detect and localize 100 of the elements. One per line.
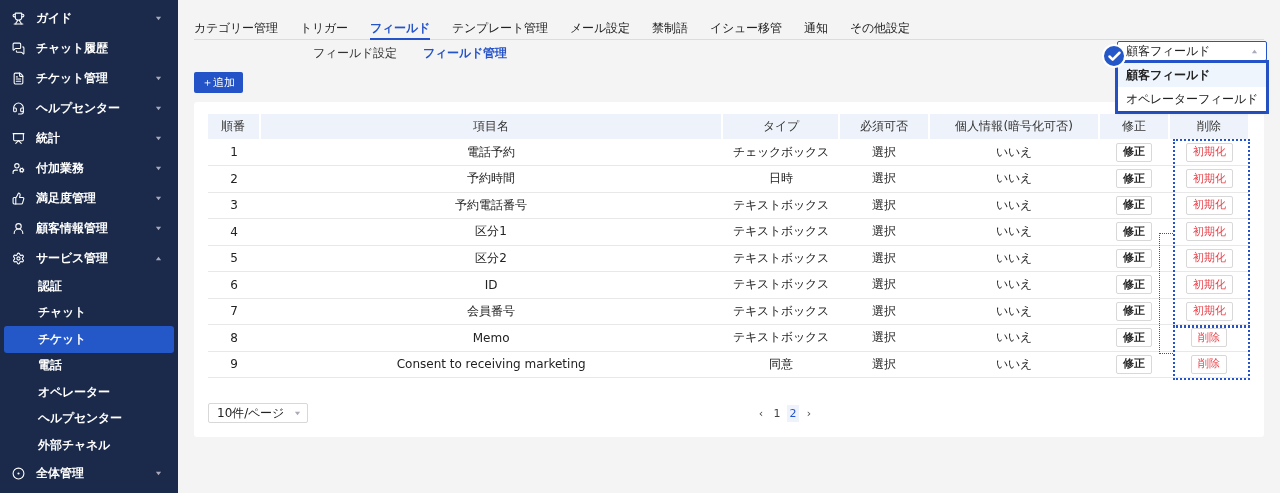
previous-page-button[interactable]: ‹ xyxy=(755,404,767,422)
sidebar-item[interactable]: チケット管理 xyxy=(0,63,178,93)
table-cell: 選択 xyxy=(839,324,930,351)
table-cell: いいえ xyxy=(929,298,1100,325)
action-button[interactable]: 初期化 xyxy=(1185,222,1233,242)
edit-button[interactable]: 修正 xyxy=(1116,142,1153,162)
tab[interactable]: メール設定 xyxy=(570,18,630,40)
edit-button[interactable]: 修正 xyxy=(1116,169,1153,189)
sub-tab[interactable]: フィールド設定 xyxy=(313,45,397,62)
table-cell: テキストボックス xyxy=(722,271,840,298)
action-button[interactable]: 初期化 xyxy=(1185,142,1233,162)
caret-icon xyxy=(155,194,162,202)
menu-item-icon xyxy=(12,41,25,55)
table-cell: 電話予約 xyxy=(259,139,723,166)
table-cell: いいえ xyxy=(929,324,1100,351)
caret-icon xyxy=(155,104,162,112)
sidebar-item[interactable]: 満足度管理 xyxy=(0,183,178,213)
sidebar-item[interactable]: ヘルプセンター xyxy=(0,93,178,123)
edit-button[interactable]: 修正 xyxy=(1116,222,1153,242)
table-cell: いいえ xyxy=(929,139,1100,166)
table-cell: Consent to receiving marketing xyxy=(259,351,723,378)
edit-button[interactable]: 修正 xyxy=(1116,248,1153,268)
table-cell: 4 xyxy=(208,218,260,245)
menu-item-icon xyxy=(12,131,25,145)
menu-item-icon xyxy=(12,467,25,480)
table-cell: 予約時間 xyxy=(259,165,723,192)
table-cell: 1 xyxy=(208,139,260,166)
caret-icon xyxy=(294,409,301,417)
sidebar-subitem[interactable]: 電話 xyxy=(4,352,174,379)
sub-tab[interactable]: フィールド管理 xyxy=(423,45,507,62)
action-button[interactable]: 削除 xyxy=(1191,354,1227,374)
caret-icon xyxy=(155,164,162,172)
table-cell: 選択 xyxy=(839,245,930,272)
caret-icon xyxy=(155,254,162,262)
edit-button[interactable]: 修正 xyxy=(1116,328,1153,348)
sidebar-subitem[interactable]: チャット xyxy=(4,299,174,326)
table-cell: いいえ xyxy=(929,192,1100,219)
select-value: 顧客フィールド xyxy=(1126,42,1210,60)
action-button[interactable]: 初期化 xyxy=(1185,275,1233,295)
sidebar-subitem[interactable]: チケット xyxy=(4,326,174,353)
tab[interactable]: テンプレート管理 xyxy=(452,18,548,40)
table-cell: 予約電話番号 xyxy=(259,192,723,219)
edit-button[interactable]: 修正 xyxy=(1116,275,1153,295)
sidebar-item[interactable]: 顧客情報管理 xyxy=(0,213,178,243)
action-button[interactable]: 初期化 xyxy=(1185,248,1233,268)
page-button[interactable]: 1 xyxy=(771,404,783,422)
sidebar-item[interactable]: ガイド xyxy=(0,3,178,33)
edit-button[interactable]: 修正 xyxy=(1116,301,1153,321)
table-cell: 8 xyxy=(208,324,260,351)
tab[interactable]: フィールド xyxy=(370,18,430,40)
next-page-button[interactable]: › xyxy=(803,404,815,422)
sidebar-item[interactable]: サービス管理 xyxy=(0,243,178,273)
action-button[interactable]: 削除 xyxy=(1191,328,1227,348)
menu-item-icon xyxy=(12,221,25,235)
sidebar-item[interactable]: チャット履歴 xyxy=(0,33,178,63)
caret-icon xyxy=(155,224,162,232)
sidebar-subitem[interactable]: オペレーター xyxy=(4,379,174,406)
table-cell: テキストボックス xyxy=(722,192,840,219)
action-button[interactable]: 初期化 xyxy=(1185,301,1233,321)
menu-item-icon xyxy=(12,11,25,25)
action-button[interactable]: 初期化 xyxy=(1185,169,1233,189)
table-cell: いいえ xyxy=(929,351,1100,378)
table-cell: 区分2 xyxy=(259,245,723,272)
table-cell: 同意 xyxy=(722,351,840,378)
tab[interactable]: 通知 xyxy=(804,18,828,40)
edit-button[interactable]: 修正 xyxy=(1116,354,1153,374)
table-cell: 区分1 xyxy=(259,218,723,245)
table-cell: いいえ xyxy=(929,271,1100,298)
sidebar-item[interactable]: 付加業務 xyxy=(0,153,178,183)
column-header: 修正 xyxy=(1099,114,1169,139)
dropdown-option[interactable]: 顧客フィールド xyxy=(1118,63,1266,87)
menu-item-icon xyxy=(12,251,25,265)
edit-button[interactable]: 修正 xyxy=(1116,195,1153,215)
page-size-text: 10件/ページ xyxy=(217,404,285,422)
column-header: 削除 xyxy=(1169,114,1249,139)
page-button[interactable]: 2 xyxy=(787,404,799,422)
field-type-select[interactable]: 顧客フィールド xyxy=(1117,41,1267,61)
table-cell: 7 xyxy=(208,298,260,325)
tab[interactable]: 禁制語 xyxy=(652,18,688,40)
tab[interactable]: カテゴリー管理 xyxy=(194,18,278,40)
table-cell: 会員番号 xyxy=(259,298,723,325)
menu-item-icon xyxy=(12,161,25,175)
table-cell: テキストボックス xyxy=(722,218,840,245)
table-cell: 選択 xyxy=(839,271,930,298)
tab[interactable]: トリガー xyxy=(300,18,348,40)
sidebar-subitem[interactable]: 認証 xyxy=(4,273,174,300)
sidebar-subitem[interactable]: ヘルプセンター xyxy=(4,405,174,432)
dropdown-option[interactable]: オペレーターフィールド xyxy=(1118,87,1266,111)
tab[interactable]: その他設定 xyxy=(850,18,910,40)
sidebar-subitem[interactable]: 外部チャネル xyxy=(4,432,174,459)
table-cell: 9 xyxy=(208,351,260,378)
tab[interactable]: イシュー移管 xyxy=(710,18,782,40)
page-size-select[interactable]: 10件/ページ xyxy=(208,403,308,423)
sidebar-item[interactable]: 統計 xyxy=(0,123,178,153)
menu-item-icon xyxy=(12,191,25,205)
table-cell: 選択 xyxy=(839,298,930,325)
action-button[interactable]: 初期化 xyxy=(1185,195,1233,215)
column-header: 個人情報(暗号化可否) xyxy=(929,114,1100,139)
sidebar-item[interactable]: 全体管理 xyxy=(0,458,178,489)
add-button[interactable]: ＋追加 xyxy=(194,72,243,93)
